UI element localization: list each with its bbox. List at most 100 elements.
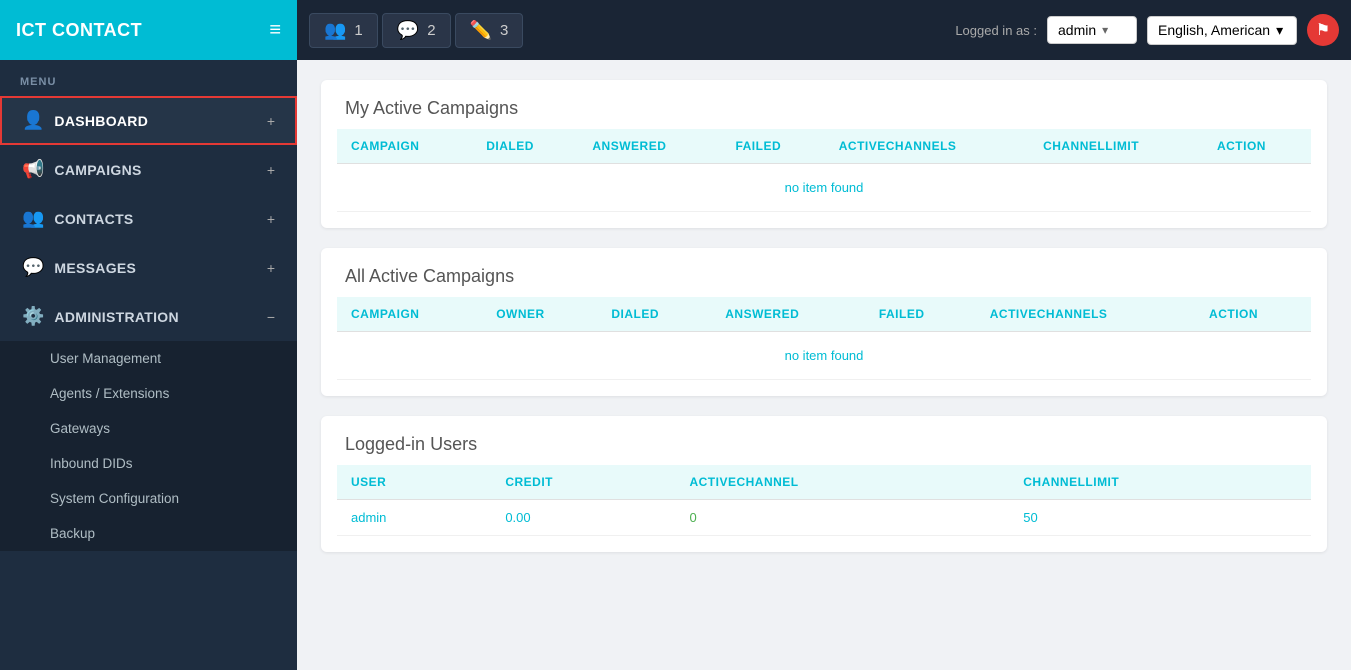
sidebar-contacts-label: CONTACTS: [54, 211, 133, 227]
logged-in-users-header-row: USER CREDIT ACTIVECHANNEL CHANNELLIMIT: [337, 465, 1311, 500]
messages-icon: 💬: [22, 257, 44, 278]
sidebar-item-contacts[interactable]: 👥 CONTACTS +: [0, 194, 297, 243]
campaigns-icon: 📢: [22, 159, 44, 180]
sidebar-item-campaigns[interactable]: 📢 CAMPAIGNS +: [0, 145, 297, 194]
flag-button[interactable]: ⚑: [1307, 14, 1339, 46]
col-channellimit2: CHANNELLIMIT: [1009, 465, 1311, 500]
flag-icon: ⚑: [1316, 20, 1330, 40]
sidebar-dashboard-label: DASHBOARD: [54, 113, 148, 129]
col-action2: ACTION: [1195, 297, 1311, 332]
my-active-campaigns-table: CAMPAIGN DIALED ANSWERED FAILED ACTIVECH…: [337, 129, 1311, 212]
col-owner: OWNER: [482, 297, 597, 332]
col-failed: FAILED: [721, 129, 824, 164]
sidebar: MENU 👤 DASHBOARD + 📢 CAMPAIGNS + 👥 CONTA…: [0, 60, 297, 670]
all-active-campaigns-title: All Active Campaigns: [321, 248, 1327, 297]
sidebar-campaigns-label: CAMPAIGNS: [54, 162, 141, 178]
col-answered: ANSWERED: [578, 129, 721, 164]
col-failed2: FAILED: [865, 297, 976, 332]
campaigns-plus-icon: +: [267, 162, 275, 178]
sidebar-item-administration[interactable]: ⚙️ ADMINISTRATION −: [0, 292, 297, 341]
sidebar-menu-label: MENU: [0, 60, 297, 96]
my-active-campaigns-thead: CAMPAIGN DIALED ANSWERED FAILED ACTIVECH…: [337, 129, 1311, 164]
logged-in-users-table-wrapper: USER CREDIT ACTIVECHANNEL CHANNELLIMIT a…: [321, 465, 1327, 552]
language-label: English, American: [1158, 22, 1270, 38]
my-active-no-item: no item found: [337, 164, 1311, 212]
col-activechannels2: ACTIVECHANNELS: [976, 297, 1195, 332]
hamburger-icon[interactable]: ≡: [269, 19, 281, 42]
my-active-campaigns-card: My Active Campaigns CAMPAIGN DIALED ANSW…: [321, 80, 1327, 228]
col-user: USER: [337, 465, 491, 500]
col-activechannels: ACTIVECHANNELS: [825, 129, 1029, 164]
all-active-no-item: no item found: [337, 332, 1311, 380]
col-action: ACTION: [1203, 129, 1311, 164]
sidebar-messages-label: MESSAGES: [54, 260, 136, 276]
lang-dropdown-arrow: ▾: [1276, 22, 1283, 39]
my-active-campaigns-tbody: no item found: [337, 164, 1311, 212]
tab-1-icon: 👥: [324, 20, 346, 41]
submenu-agents-extensions[interactable]: Agents / Extensions: [0, 376, 297, 411]
main-layout: MENU 👤 DASHBOARD + 📢 CAMPAIGNS + 👥 CONTA…: [0, 60, 1351, 670]
administration-submenu: User Management Agents / Extensions Gate…: [0, 341, 297, 551]
brand-name: ICT CONTACT: [16, 20, 142, 41]
user-dropdown[interactable]: admin ▾: [1047, 16, 1137, 44]
logged-in-users-thead: USER CREDIT ACTIVECHANNEL CHANNELLIMIT: [337, 465, 1311, 500]
contacts-plus-icon: +: [267, 211, 275, 227]
submenu-gateways[interactable]: Gateways: [0, 411, 297, 446]
logged-in-users-card: Logged-in Users USER CREDIT ACTIVECHANNE…: [321, 416, 1327, 552]
col-dialed: DIALED: [472, 129, 578, 164]
user-name: admin: [1058, 22, 1096, 38]
tab-2[interactable]: 💬 2: [382, 13, 451, 48]
credit-cell: 0.00: [491, 500, 675, 536]
sidebar-item-dashboard[interactable]: 👤 DASHBOARD +: [0, 96, 297, 145]
table-row: admin 0.00 0 50: [337, 500, 1311, 536]
logged-in-users-table: USER CREDIT ACTIVECHANNEL CHANNELLIMIT a…: [337, 465, 1311, 536]
main-content: My Active Campaigns CAMPAIGN DIALED ANSW…: [297, 60, 1351, 670]
submenu-user-management[interactable]: User Management: [0, 341, 297, 376]
tab-1-count: 1: [354, 22, 362, 39]
table-row: no item found: [337, 332, 1311, 380]
all-active-campaigns-table-wrapper: CAMPAIGN OWNER DIALED ANSWERED FAILED AC…: [321, 297, 1327, 396]
all-active-campaigns-thead: CAMPAIGN OWNER DIALED ANSWERED FAILED AC…: [337, 297, 1311, 332]
col-campaign: CAMPAIGN: [337, 129, 472, 164]
all-active-campaigns-header-row: CAMPAIGN OWNER DIALED ANSWERED FAILED AC…: [337, 297, 1311, 332]
col-campaign2: CAMPAIGN: [337, 297, 482, 332]
contacts-icon: 👥: [22, 208, 44, 229]
submenu-inbound-dids[interactable]: Inbound DIDs: [0, 446, 297, 481]
my-active-campaigns-table-wrapper: CAMPAIGN DIALED ANSWERED FAILED ACTIVECH…: [321, 129, 1327, 228]
brand: ICT CONTACT ≡: [0, 0, 297, 60]
table-row: no item found: [337, 164, 1311, 212]
col-activechannel: ACTIVECHANNEL: [675, 465, 1009, 500]
all-active-campaigns-table: CAMPAIGN OWNER DIALED ANSWERED FAILED AC…: [337, 297, 1311, 380]
logged-in-users-title: Logged-in Users: [321, 416, 1327, 465]
submenu-backup[interactable]: Backup: [0, 516, 297, 551]
administration-icon: ⚙️: [22, 306, 44, 327]
tab-2-count: 2: [427, 22, 435, 39]
my-active-campaigns-title: My Active Campaigns: [321, 80, 1327, 129]
messages-plus-icon: +: [267, 260, 275, 276]
topbar-tabs: 👥 1 💬 2 ✏️ 3: [297, 13, 955, 48]
tab-1[interactable]: 👥 1: [309, 13, 378, 48]
col-answered2: ANSWERED: [711, 297, 865, 332]
my-active-campaigns-header-row: CAMPAIGN DIALED ANSWERED FAILED ACTIVECH…: [337, 129, 1311, 164]
logged-in-label: Logged in as :: [955, 23, 1037, 38]
language-dropdown[interactable]: English, American ▾: [1147, 16, 1297, 45]
tab-3-count: 3: [500, 22, 508, 39]
logged-in-users-tbody: admin 0.00 0 50: [337, 500, 1311, 536]
submenu-system-configuration[interactable]: System Configuration: [0, 481, 297, 516]
sidebar-item-messages[interactable]: 💬 MESSAGES +: [0, 243, 297, 292]
col-credit: CREDIT: [491, 465, 675, 500]
all-active-campaigns-card: All Active Campaigns CAMPAIGN OWNER DIAL…: [321, 248, 1327, 396]
activechannel-cell: 0: [675, 500, 1009, 536]
topbar-right: Logged in as : admin ▾ English, American…: [955, 14, 1351, 46]
user-cell: admin: [337, 500, 491, 536]
tab-3-icon: ✏️: [470, 20, 492, 41]
user-dropdown-arrow: ▾: [1102, 23, 1108, 37]
administration-minus-icon: −: [267, 309, 275, 325]
sidebar-administration-label: ADMINISTRATION: [54, 309, 179, 325]
dashboard-plus-icon: +: [267, 113, 275, 129]
channellimit-cell: 50: [1009, 500, 1311, 536]
tab-3[interactable]: ✏️ 3: [455, 13, 524, 48]
col-dialed2: DIALED: [597, 297, 711, 332]
all-active-campaigns-tbody: no item found: [337, 332, 1311, 380]
topbar: ICT CONTACT ≡ 👥 1 💬 2 ✏️ 3 Logged in as …: [0, 0, 1351, 60]
